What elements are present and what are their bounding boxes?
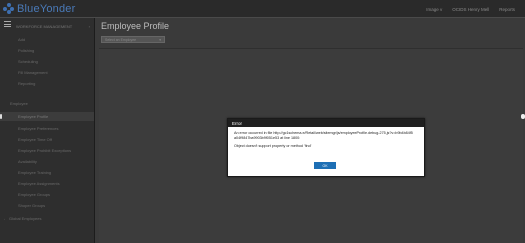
error-dialog-title: Error (228, 119, 424, 127)
sidebar-item-shoper-groups[interactable]: Shoper Groups (0, 201, 94, 210)
error-dialog-body: An error occurred in file http://gc1sche… (228, 127, 424, 149)
employee-select-placeholder: Select an Employee (105, 37, 137, 42)
scroll-handle-left[interactable] (0, 114, 2, 119)
sidebar-item-fill-management[interactable]: Fill Management (0, 68, 94, 77)
top-bar: BlueYonder Image v OCIDS Henry Mell Repo… (0, 0, 525, 18)
scroll-handle-right[interactable] (521, 114, 525, 119)
sidebar-item-employee-prohibit-exceptions[interactable]: Employee Prohibit Exceptions (0, 146, 94, 155)
chevron-down-icon: ▾ (159, 37, 161, 42)
employee-select[interactable]: Select an Employee ▾ (101, 36, 165, 43)
sidebar-item-availability[interactable]: Availability (0, 157, 94, 166)
logo-icon (3, 3, 14, 14)
ok-button[interactable]: OK (314, 162, 336, 169)
top-menu: Image v OCIDS Henry Mell Reports (426, 4, 525, 14)
error-dialog: Error An error occurred in file http://g… (227, 118, 425, 177)
brand-logo[interactable]: BlueYonder (3, 2, 75, 15)
sidebar: WORKFORCE MANAGEMENT › Add Polishing Sch… (0, 18, 95, 243)
brand-name: BlueYonder (17, 2, 76, 15)
error-detail: Object doesn't support property or metho… (234, 144, 312, 149)
sidebar-header-label: WORKFORCE MANAGEMENT (16, 23, 73, 29)
hamburger-menu-icon[interactable] (4, 21, 11, 27)
sidebar-item-add[interactable]: Add (0, 35, 94, 44)
sidebar-item-employee-groups[interactable]: Employee Groups (0, 190, 94, 199)
page-title: Employee Profile (101, 21, 170, 31)
sidebar-item-employee-training[interactable]: Employee Training (0, 168, 94, 177)
chevron-right-icon: › (88, 23, 90, 29)
sidebar-item-employee-time-off[interactable]: Employee Time Off (0, 135, 94, 144)
sidebar-header[interactable]: WORKFORCE MANAGEMENT › (16, 22, 90, 30)
top-menu-image[interactable]: Image v (426, 7, 442, 12)
sidebar-item-reporting[interactable]: Reporting (0, 79, 94, 88)
sidebar-item-employee-assignments[interactable]: Employee Assignments (0, 179, 94, 188)
sidebar-item-employee-profile[interactable]: Employee Profile (0, 112, 94, 121)
sidebar-item-employee-preferences[interactable]: Employee Preferences (0, 124, 94, 133)
sidebar-item-scheduling[interactable]: Scheduling (0, 57, 94, 66)
error-message: An error occurred in file http://gc1sche… (234, 131, 413, 140)
chevron-right-icon: › (4, 216, 5, 221)
top-menu-user[interactable]: OCIDS Henry Mell (452, 7, 489, 12)
top-menu-reports[interactable]: Reports (499, 7, 515, 12)
sidebar-item-global-employees[interactable]: › Global Employees (0, 214, 94, 223)
sidebar-item-polishing[interactable]: Polishing (0, 46, 94, 55)
sidebar-item-employee[interactable]: Employee (0, 99, 94, 108)
